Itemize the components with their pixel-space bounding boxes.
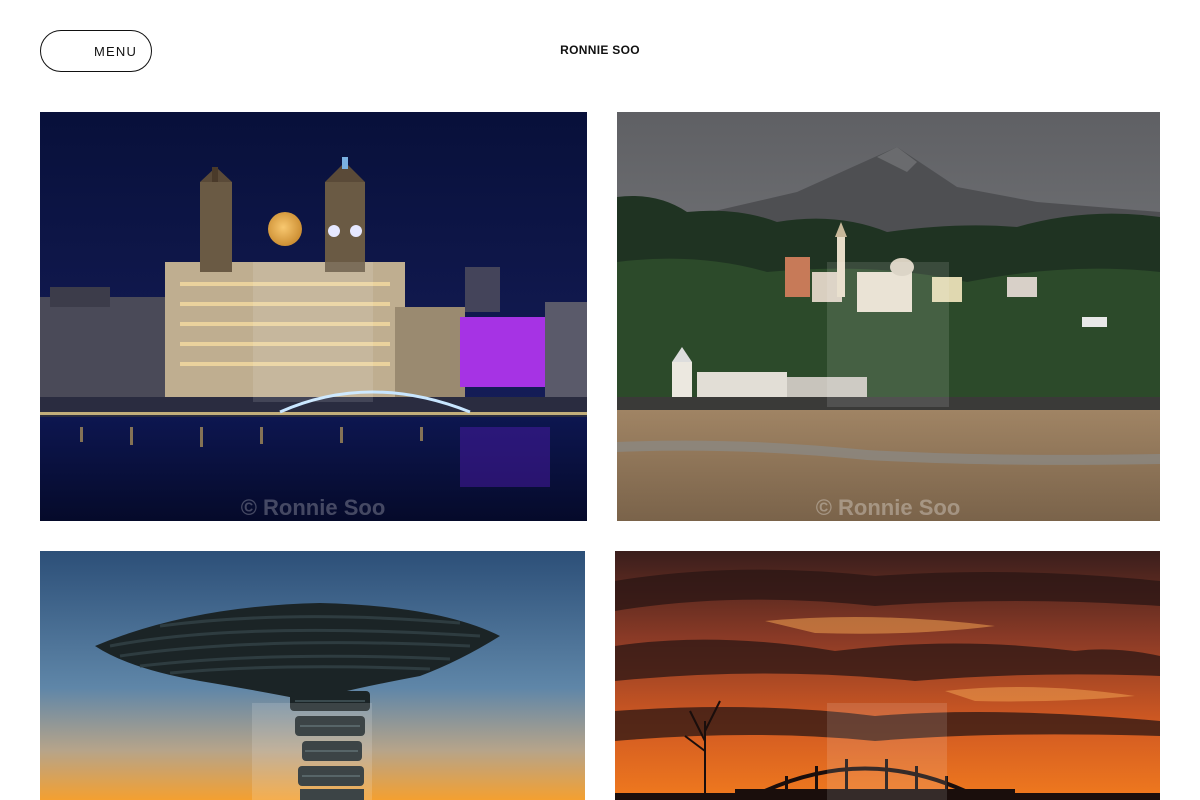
watermark-text: © Ronnie Soo [241, 495, 386, 520]
photo-portmeirion-image: © Ronnie Soo [617, 112, 1160, 521]
photo-sculpture-image [40, 551, 585, 800]
site-title[interactable]: RONNIE SOO [0, 43, 1200, 57]
watermark-text: © Ronnie Soo [816, 495, 961, 520]
photo-sunset-image [615, 551, 1160, 800]
photo-sunset-bridge[interactable] [615, 551, 1160, 800]
site-header: MENU RONNIE SOO [0, 0, 1200, 102]
photo-portmeirion-mountain[interactable]: © Ronnie Soo [617, 112, 1160, 521]
photo-liverpool-image: © Ronnie Soo [40, 112, 587, 521]
photo-liverpool-waterfront-night[interactable]: © Ronnie Soo [40, 112, 587, 521]
photo-singing-ringing-tree[interactable] [40, 551, 585, 800]
